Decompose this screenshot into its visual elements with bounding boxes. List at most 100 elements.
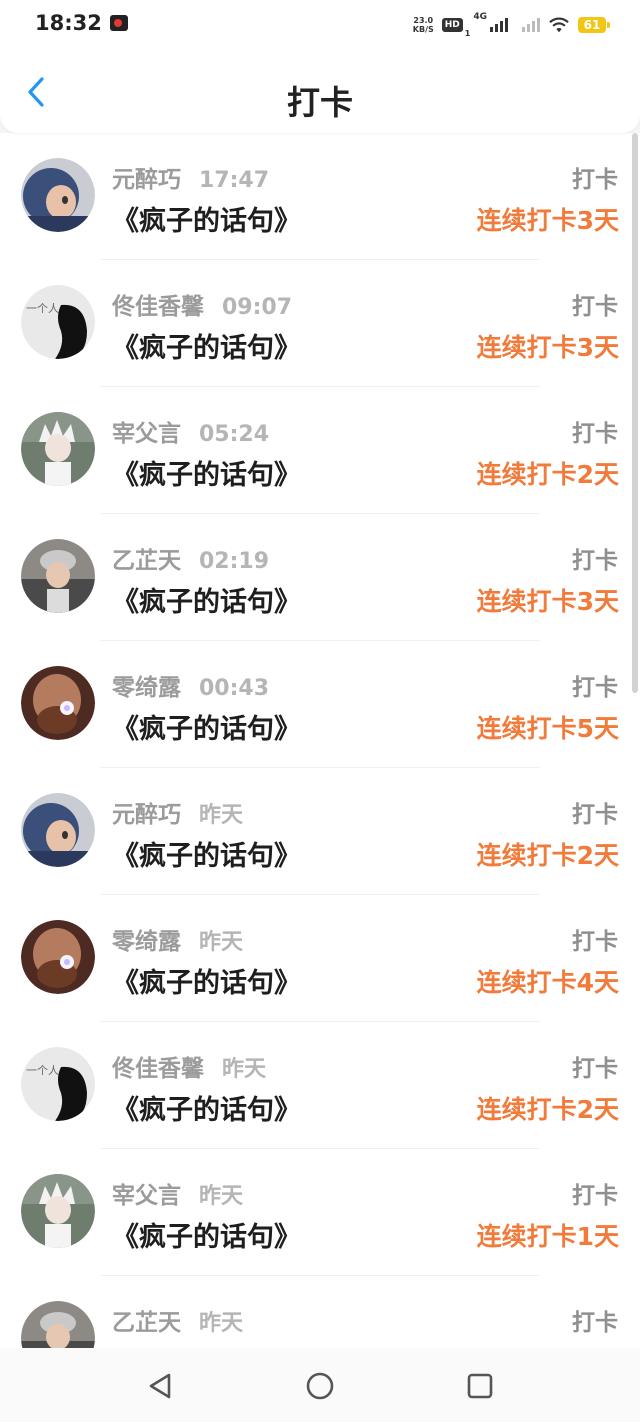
user-name-text: 元醉巧 [112, 167, 181, 193]
checkin-label: 打卡 [572, 294, 618, 320]
avatar[interactable] [21, 1174, 95, 1248]
user-name-text: 零绮露 [112, 929, 181, 955]
circle-home-icon [306, 1372, 334, 1400]
user-name: 宰父言 05:24 [112, 414, 269, 448]
signal-icon [490, 18, 508, 32]
system-recents-button[interactable] [460, 1366, 500, 1406]
network-speed-value: 23.0 [413, 16, 434, 25]
avatar-image [21, 412, 95, 486]
avatar-caption: 一个人 [26, 302, 59, 315]
streak-count: 连续打卡4天 [476, 968, 619, 997]
network-type-label: 4G [473, 12, 487, 22]
checkin-item[interactable]: 一个人 佟佳香馨 09:07 打卡《疯子的话句》 连续打卡3天 [0, 260, 640, 387]
post-time: 昨天 [199, 1311, 244, 1336]
user-name-text: 宰父言 [112, 1183, 181, 1209]
checkin-item[interactable]: 元醉巧 昨天 打卡 《疯子的话句》 连续打卡2天 [0, 768, 640, 895]
user-name-text: 零绮露 [112, 675, 181, 701]
user-name: 宰父言 昨天 [112, 1176, 243, 1210]
checkin-item[interactable]: 元醉巧 17:47 打卡 《疯子的话句》 连续打卡3天 [0, 133, 640, 260]
checkin-list[interactable]: 元醉巧 17:47 打卡 《疯子的话句》 连续打卡3天 一个人 佟佳香馨 09:07 打卡 《疯子… [0, 133, 640, 1348]
post-time: 昨天 [222, 1057, 267, 1082]
checkin-item[interactable]: 乙芷天昨天打卡《疯子的话句》 [0, 1276, 640, 1348]
streak-count: 连续打卡2天 [476, 460, 619, 489]
user-name: 乙芷天 02:19 [112, 541, 269, 575]
nav-header: 打卡 [0, 50, 640, 133]
post-time: 昨天 [199, 803, 244, 828]
status-bar: 18:32 23.0 KB/S HD 1 4G 61 [0, 0, 640, 50]
avatar-image [21, 793, 95, 867]
avatar[interactable] [21, 1301, 95, 1348]
signal-2-icon [522, 18, 540, 32]
avatar-caption: 一个人 [26, 1064, 59, 1077]
book-title[interactable]: 《疯子的话句》 [112, 834, 301, 873]
book-title[interactable]: 《疯子的话句》 [112, 326, 301, 365]
checkin-item[interactable]: 零绮露 00:43 打卡《疯子的话句》 连续打卡5天 [0, 641, 640, 768]
checkin-label: 打卡 [572, 548, 618, 574]
book-title[interactable]: 《疯子的话句》 [112, 707, 301, 746]
streak-count: 连续打卡2天 [476, 1095, 619, 1124]
avatar[interactable] [21, 158, 95, 232]
avatar-image [21, 1174, 95, 1248]
checkin-label: 打卡 [572, 1310, 618, 1336]
hd-icon: HD [441, 18, 463, 32]
user-name: 佟佳香馨 09:07 [112, 287, 292, 321]
book-title[interactable]: 《疯子的话句》 [112, 1215, 301, 1254]
avatar-image [21, 539, 95, 613]
post-time: 02:19 [199, 549, 270, 574]
network-speed: 23.0 KB/S [413, 16, 434, 34]
book-title[interactable]: 《疯子的话句》 [112, 199, 301, 238]
user-name: 零绮露 00:43 [112, 668, 269, 702]
user-name: 元醉巧 昨天 [112, 795, 243, 829]
battery-icon: 61 [578, 17, 610, 33]
user-name-text: 乙芷天 [112, 548, 181, 574]
checkin-label: 打卡 [572, 675, 618, 701]
avatar[interactable] [21, 793, 95, 867]
avatar-image: 一个人 [21, 1047, 95, 1121]
status-time: 18:32 [35, 11, 102, 35]
avatar[interactable]: 一个人 [21, 285, 95, 359]
square-recents-icon [467, 1373, 493, 1399]
user-name: 元醉巧 17:47 [112, 160, 269, 194]
checkin-item[interactable]: 宰父言 昨天 打卡 《疯子的话句》 连续打卡1天 [0, 1149, 640, 1276]
sim-slot-label: 1 [464, 29, 471, 38]
wifi-icon [549, 17, 569, 33]
book-title[interactable]: 《疯子的话句》 [112, 453, 301, 492]
system-back-button[interactable] [140, 1366, 180, 1406]
avatar-image [21, 920, 95, 994]
user-name-text: 乙芷天 [112, 1310, 181, 1336]
user-name-text: 佟佳香馨 [112, 294, 204, 320]
avatar[interactable]: 一个人 [21, 1047, 95, 1121]
avatar[interactable] [21, 539, 95, 613]
streak-count: 连续打卡2天 [476, 841, 619, 870]
book-title[interactable]: 《疯子的话句》 [112, 1088, 301, 1127]
post-time: 17:47 [199, 168, 270, 193]
streak-count: 连续打卡1天 [476, 1222, 619, 1251]
avatar-image: 一个人 [21, 285, 95, 359]
streak-count: 连续打卡5天 [476, 714, 619, 743]
user-name: 零绮露 昨天 [112, 922, 243, 956]
status-icons: 23.0 KB/S HD 1 4G 61 [413, 12, 610, 38]
avatar[interactable] [21, 412, 95, 486]
streak-count: 连续打卡3天 [476, 333, 619, 362]
streak-count: 连续打卡3天 [476, 206, 619, 235]
checkin-item[interactable]: 一个人 佟佳香馨 昨天 打卡《疯子的话句》 连续打卡2天 [0, 1022, 640, 1149]
avatar[interactable] [21, 666, 95, 740]
user-name: 佟佳香馨 昨天 [112, 1049, 266, 1083]
page-title: 打卡 [287, 83, 353, 122]
user-name-text: 宰父言 [112, 421, 181, 447]
checkin-item[interactable]: 宰父言 05:24 打卡《疯子的话句》 连续打卡2天 [0, 387, 640, 514]
checkin-label: 打卡 [572, 1056, 618, 1082]
avatar[interactable] [21, 920, 95, 994]
user-name: 乙芷天 昨天 [112, 1303, 243, 1337]
network-speed-unit: KB/S [412, 25, 434, 34]
system-home-button[interactable] [300, 1366, 340, 1406]
checkin-label: 打卡 [572, 421, 618, 447]
checkin-item[interactable]: 乙芷天 02:19 打卡 《疯子的话句》 连续打卡3天 [0, 514, 640, 641]
scrollbar[interactable] [632, 133, 638, 693]
user-name-text: 元醉巧 [112, 802, 181, 828]
avatar-image [21, 158, 95, 232]
checkin-item[interactable]: 零绮露 昨天 打卡 《疯子的话句》 连续打卡4天 [0, 895, 640, 1022]
book-title[interactable]: 《疯子的话句》 [112, 580, 301, 619]
book-title[interactable]: 《疯子的话句》 [112, 961, 301, 1000]
post-time: 昨天 [199, 930, 244, 955]
